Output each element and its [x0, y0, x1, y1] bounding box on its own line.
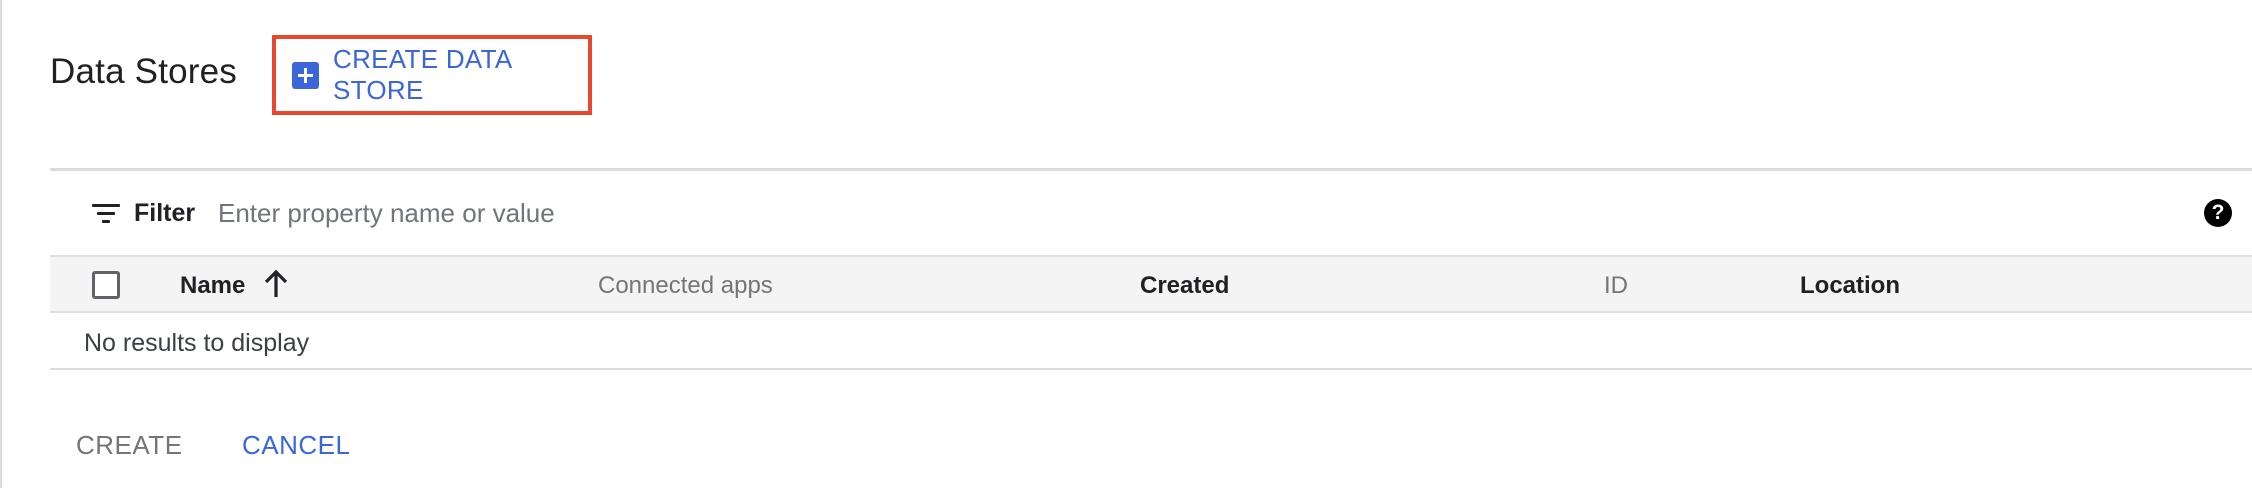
column-header-connected-apps: Connected apps: [598, 272, 773, 299]
page-header: Data Stores: [50, 32, 237, 112]
filter-input[interactable]: [218, 193, 1418, 233]
filter-bar: Filter ?: [50, 171, 2252, 255]
help-icon[interactable]: ?: [2204, 199, 2232, 227]
filter-label: Filter: [134, 199, 196, 227]
data-stores-panel: Data Stores CREATE DATA STORE Filter ? N…: [0, 0, 2252, 488]
page-title: Data Stores: [50, 52, 238, 91]
create-data-store-label: CREATE DATA STORE: [333, 44, 512, 105]
create-button[interactable]: CREATE: [76, 430, 183, 461]
table-header-row: Name Connected apps Created ID Location: [50, 255, 2252, 313]
data-stores-table: Filter ? Name Connected apps Created ID …: [50, 168, 2252, 370]
column-header-location[interactable]: Location: [1800, 271, 1900, 301]
cancel-button[interactable]: CANCEL: [242, 430, 350, 461]
column-header-id: ID: [1604, 272, 1628, 299]
column-header-created[interactable]: Created: [1140, 271, 1229, 301]
select-all-checkbox[interactable]: [92, 271, 120, 299]
column-header-name[interactable]: Name: [180, 271, 245, 301]
sort-ascending-icon[interactable]: [263, 269, 289, 299]
action-buttons: CREATE CANCEL: [76, 430, 350, 461]
filter-icon: [92, 204, 120, 224]
plus-icon: [292, 61, 319, 89]
empty-state-message: No results to display: [84, 329, 310, 357]
create-data-store-button[interactable]: CREATE DATA STORE: [272, 35, 592, 115]
